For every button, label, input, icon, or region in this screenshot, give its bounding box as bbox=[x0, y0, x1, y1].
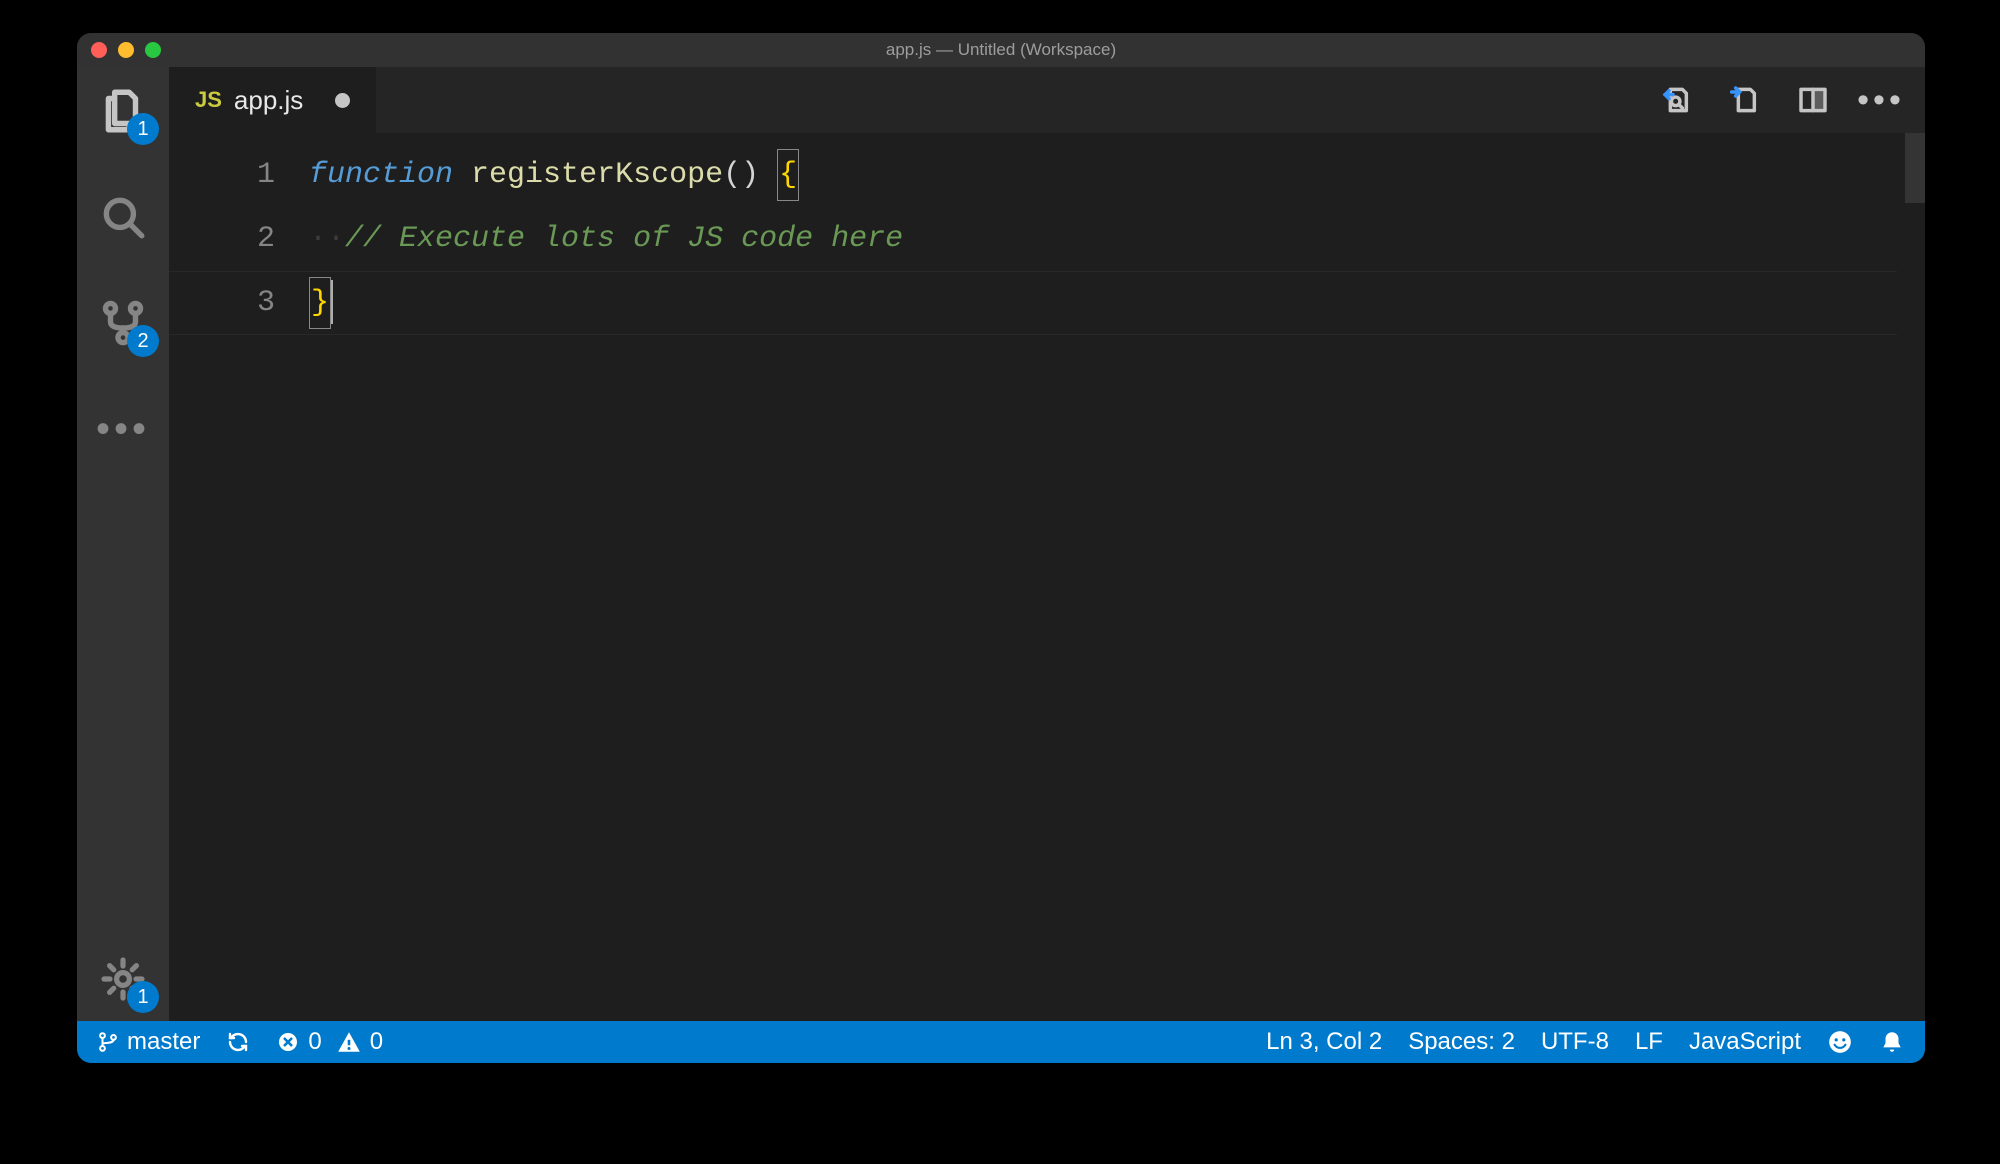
smiley-icon bbox=[1827, 1029, 1853, 1055]
status-language-mode[interactable]: JavaScript bbox=[1689, 1028, 1801, 1056]
workbench-body: 1 2 ••• bbox=[77, 67, 1925, 1021]
code-line: function registerKscope() { bbox=[309, 143, 1925, 207]
status-indentation[interactable]: Spaces: 2 bbox=[1408, 1028, 1515, 1056]
status-notifications[interactable] bbox=[1879, 1029, 1905, 1055]
warning-icon bbox=[336, 1029, 362, 1055]
split-horizontal-icon bbox=[1797, 84, 1829, 116]
tab-app-js[interactable]: JS app.js bbox=[169, 67, 377, 133]
settings-badge: 1 bbox=[127, 981, 159, 1013]
line-number: 1 bbox=[169, 143, 309, 207]
split-editor-button[interactable] bbox=[1797, 84, 1829, 116]
js-file-icon: JS bbox=[195, 87, 222, 113]
activity-settings[interactable]: 1 bbox=[97, 953, 149, 1005]
editor-actions: ••• bbox=[1661, 67, 1925, 133]
error-icon bbox=[276, 1030, 300, 1054]
editor-window: app.js — Untitled (Workspace) 1 bbox=[77, 33, 1925, 1063]
open-changes-button[interactable] bbox=[1729, 84, 1761, 116]
compare-changes-button[interactable] bbox=[1661, 84, 1693, 116]
search-icon bbox=[98, 192, 148, 242]
close-window-button[interactable] bbox=[91, 42, 107, 58]
tabbar: JS app.js bbox=[169, 67, 1925, 133]
warning-count: 0 bbox=[370, 1028, 383, 1056]
more-actions-button[interactable]: ••• bbox=[1865, 84, 1897, 116]
tabs: JS app.js bbox=[169, 67, 377, 133]
status-cursor-position[interactable]: Ln 3, Col 2 bbox=[1266, 1028, 1382, 1056]
go-to-file-icon bbox=[1729, 83, 1761, 117]
status-feedback[interactable] bbox=[1827, 1029, 1853, 1055]
bell-icon bbox=[1879, 1029, 1905, 1055]
scm-badge: 2 bbox=[127, 325, 159, 357]
titlebar[interactable]: app.js — Untitled (Workspace) bbox=[77, 33, 1925, 67]
sync-icon bbox=[226, 1030, 250, 1054]
status-right: Ln 3, Col 2 Spaces: 2 UTF-8 LF JavaScrip… bbox=[1266, 1028, 1905, 1056]
code-area[interactable]: function registerKscope() { ··// Execute… bbox=[309, 133, 1925, 1021]
line-number-gutter: 1 2 3 bbox=[169, 133, 309, 1021]
compare-icon bbox=[1661, 83, 1693, 117]
activity-explorer[interactable]: 1 bbox=[97, 85, 149, 137]
statusbar: master 0 0 bbox=[77, 1021, 1925, 1063]
code-line: ··// Execute lots of JS code here bbox=[309, 207, 1925, 271]
status-git-branch[interactable]: master bbox=[97, 1028, 200, 1056]
window-title: app.js — Untitled (Workspace) bbox=[77, 40, 1925, 60]
minimize-window-button[interactable] bbox=[118, 42, 134, 58]
code-line: } bbox=[309, 271, 1925, 335]
maximize-window-button[interactable] bbox=[145, 42, 161, 58]
activity-overflow[interactable]: ••• bbox=[97, 403, 149, 455]
status-sync[interactable] bbox=[226, 1030, 250, 1054]
text-cursor bbox=[331, 280, 333, 324]
status-problems[interactable]: 0 0 bbox=[276, 1028, 383, 1056]
minimap[interactable] bbox=[1897, 133, 1925, 1021]
status-left: master 0 0 bbox=[97, 1028, 383, 1056]
line-number: 2 bbox=[169, 207, 309, 271]
activity-source-control[interactable]: 2 bbox=[97, 297, 149, 349]
window-controls bbox=[91, 42, 161, 58]
git-branch-icon bbox=[97, 1031, 119, 1053]
dirty-indicator-icon bbox=[335, 93, 350, 108]
error-count: 0 bbox=[308, 1028, 321, 1056]
editor-group: JS app.js bbox=[169, 67, 1925, 1021]
status-encoding[interactable]: UTF-8 bbox=[1541, 1028, 1609, 1056]
minimap-slider[interactable] bbox=[1905, 133, 1925, 203]
status-eol[interactable]: LF bbox=[1635, 1028, 1663, 1056]
explorer-badge: 1 bbox=[127, 113, 159, 145]
editor[interactable]: 1 2 3 function registerKscope() { ··// E… bbox=[169, 133, 1925, 1021]
branch-name: master bbox=[127, 1028, 200, 1056]
activity-search[interactable] bbox=[97, 191, 149, 243]
activitybar: 1 2 ••• bbox=[77, 67, 169, 1021]
tab-label: app.js bbox=[234, 85, 303, 116]
